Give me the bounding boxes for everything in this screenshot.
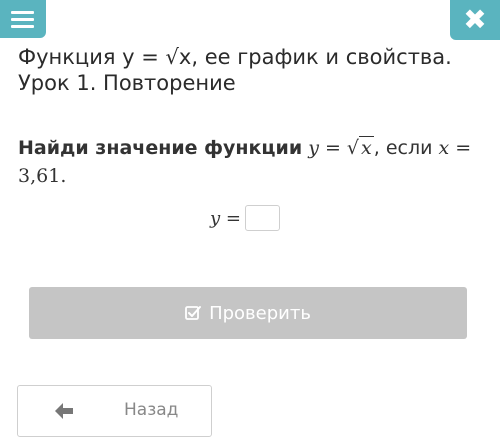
function-equals: = [318, 137, 347, 159]
check-square-icon [185, 306, 202, 320]
answer-input[interactable] [244, 205, 280, 231]
answer-row: y = [210, 204, 280, 232]
back-button[interactable]: Назад [17, 385, 212, 437]
menu-button[interactable] [0, 0, 46, 38]
close-button[interactable]: ✖ [450, 0, 500, 40]
task-prompt: Найди значение функции [18, 137, 303, 159]
lesson-title: Функция y = √x, ее график и свойства. Ур… [18, 45, 452, 95]
menu-bar-bottom [11, 25, 34, 28]
menu-bar-middle [11, 18, 34, 21]
check-button-label: Проверить [209, 302, 311, 324]
back-button-label: Назад [124, 400, 179, 420]
task-function: y = √ x [308, 136, 374, 159]
task-variable: x [438, 137, 450, 159]
menu-bar-top [11, 11, 34, 14]
value-period: . [60, 165, 67, 187]
check-button[interactable]: Проверить [29, 287, 467, 339]
sqrt-icon: √ [346, 137, 360, 159]
value-number: 3,61 [18, 165, 61, 187]
function-argument: x [359, 136, 374, 159]
close-icon: ✖ [463, 3, 487, 36]
task-if-word: если [385, 137, 433, 159]
arrow-left-icon [55, 403, 73, 419]
task-separator: , [373, 137, 386, 159]
answer-label: y = [210, 207, 241, 229]
function-y: y [308, 137, 319, 159]
task-statement: Найди значение функции y = √ x, если x = … [18, 134, 478, 190]
value-equals: = [455, 137, 472, 159]
